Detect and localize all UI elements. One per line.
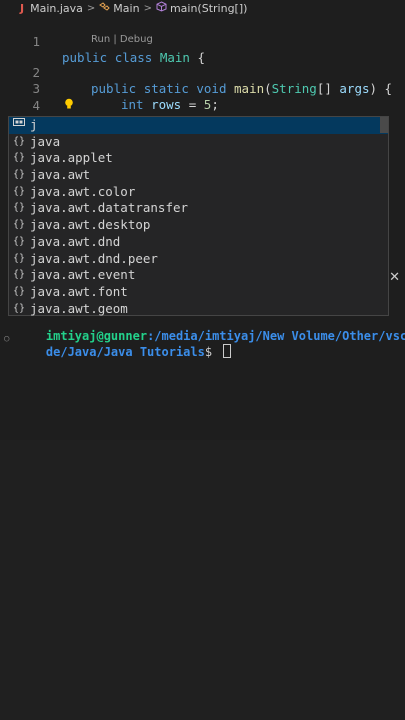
breadcrumb-method[interactable]: main(String[]) — [170, 2, 247, 15]
suggestion-label: java.awt.color — [30, 183, 136, 199]
module-icon: {} — [13, 252, 26, 264]
suggestion-item[interactable]: j — [9, 117, 388, 134]
breadcrumb: J Main.java > Main > main(String[]) — [0, 0, 405, 16]
suggestion-label: java.applet — [30, 150, 113, 166]
suggestion-item[interactable]: {} java.awt.font — [9, 284, 388, 301]
suggestion-label: java — [30, 133, 61, 149]
suggestion-label: java.awt.font — [30, 283, 128, 299]
code-editor[interactable]: 1 public class Main { Run | Debug 2 publ… — [0, 16, 405, 145]
suggestion-item[interactable]: {} java.awt.event — [9, 267, 388, 284]
terminal-line[interactable]: de/Java/Java Tutorials$ — [17, 328, 232, 376]
module-icon: {} — [13, 302, 26, 314]
module-icon: {} — [13, 152, 26, 164]
chevron-right-icon: > — [86, 2, 96, 14]
module-icon: {} — [13, 235, 26, 247]
codelens-run-debug[interactable]: Run | Debug — [91, 34, 153, 45]
suggestion-label: java.awt.desktop — [30, 217, 151, 233]
java-file-icon: J — [20, 1, 25, 15]
suggestion-widget[interactable]: j {} java {} java.applet {} java.awt {} java… — [8, 116, 389, 316]
suggestion-item[interactable]: {} java.awt.dnd — [9, 234, 388, 251]
suggestion-label: java.awt — [30, 167, 91, 183]
line-number: 1 — [32, 34, 40, 49]
suggestion-item[interactable]: {} java.awt.datatransfer — [9, 200, 388, 217]
chevron-right-icon: > — [143, 2, 152, 14]
module-icon: {} — [13, 269, 26, 281]
class-icon — [99, 1, 111, 15]
code-line[interactable]: 2 public static void main(String[] args)… — [0, 49, 405, 96]
breadcrumb-class[interactable]: Main — [113, 2, 139, 15]
suggestion-item[interactable]: {} java.awt.dnd.peer — [9, 251, 388, 268]
terminal-prompt-path: de/Java/Java Tutorials — [45, 345, 205, 359]
code-line[interactable]: 4 for (int i = rows;i>=1;i--) { — [0, 82, 405, 129]
suggestion-item[interactable]: {} java.awt.color — [9, 184, 388, 201]
suggestion-item[interactable]: {} java.awt — [9, 167, 388, 184]
suggestion-label: java.awt.event — [30, 267, 136, 283]
module-icon: {} — [13, 202, 26, 214]
snippet-icon — [13, 117, 25, 134]
code-line[interactable]: 5 for (int j=1;j<=i;j) — [0, 98, 405, 145]
method-icon — [156, 1, 167, 15]
suggestion-label: java.awt.dnd.peer — [30, 250, 158, 266]
empty-area — [0, 440, 405, 720]
module-icon: {} — [13, 219, 26, 231]
scrollbar[interactable] — [380, 117, 388, 133]
suggestion-label: java.awt.dnd — [30, 233, 121, 249]
module-icon: {} — [13, 285, 26, 297]
module-icon: {} — [13, 169, 26, 181]
module-icon: {} — [13, 185, 26, 197]
suggestion-item[interactable]: {} java.awt.desktop — [9, 217, 388, 234]
suggestion-label: j — [30, 117, 38, 132]
terminal-prompt-symbol: $ — [204, 345, 220, 359]
circle-icon: ○ — [4, 334, 10, 344]
suggestion-item[interactable]: {} java.awt.geom — [9, 301, 388, 318]
suggestion-item[interactable]: {} java.applet — [9, 150, 388, 167]
suggestion-item[interactable]: {} java — [9, 134, 388, 151]
breadcrumb-file[interactable]: Main.java — [30, 2, 83, 15]
suggestion-label: java.awt.geom — [30, 300, 128, 316]
terminal-cursor — [223, 344, 232, 358]
close-icon[interactable]: ✕ — [389, 270, 400, 285]
suggestion-label: java.awt.datatransfer — [30, 200, 189, 216]
module-icon: {} — [13, 135, 26, 147]
code-line[interactable]: 3 int rows = 5; — [0, 65, 405, 112]
code-line[interactable]: 1 public class Main { — [0, 18, 405, 65]
